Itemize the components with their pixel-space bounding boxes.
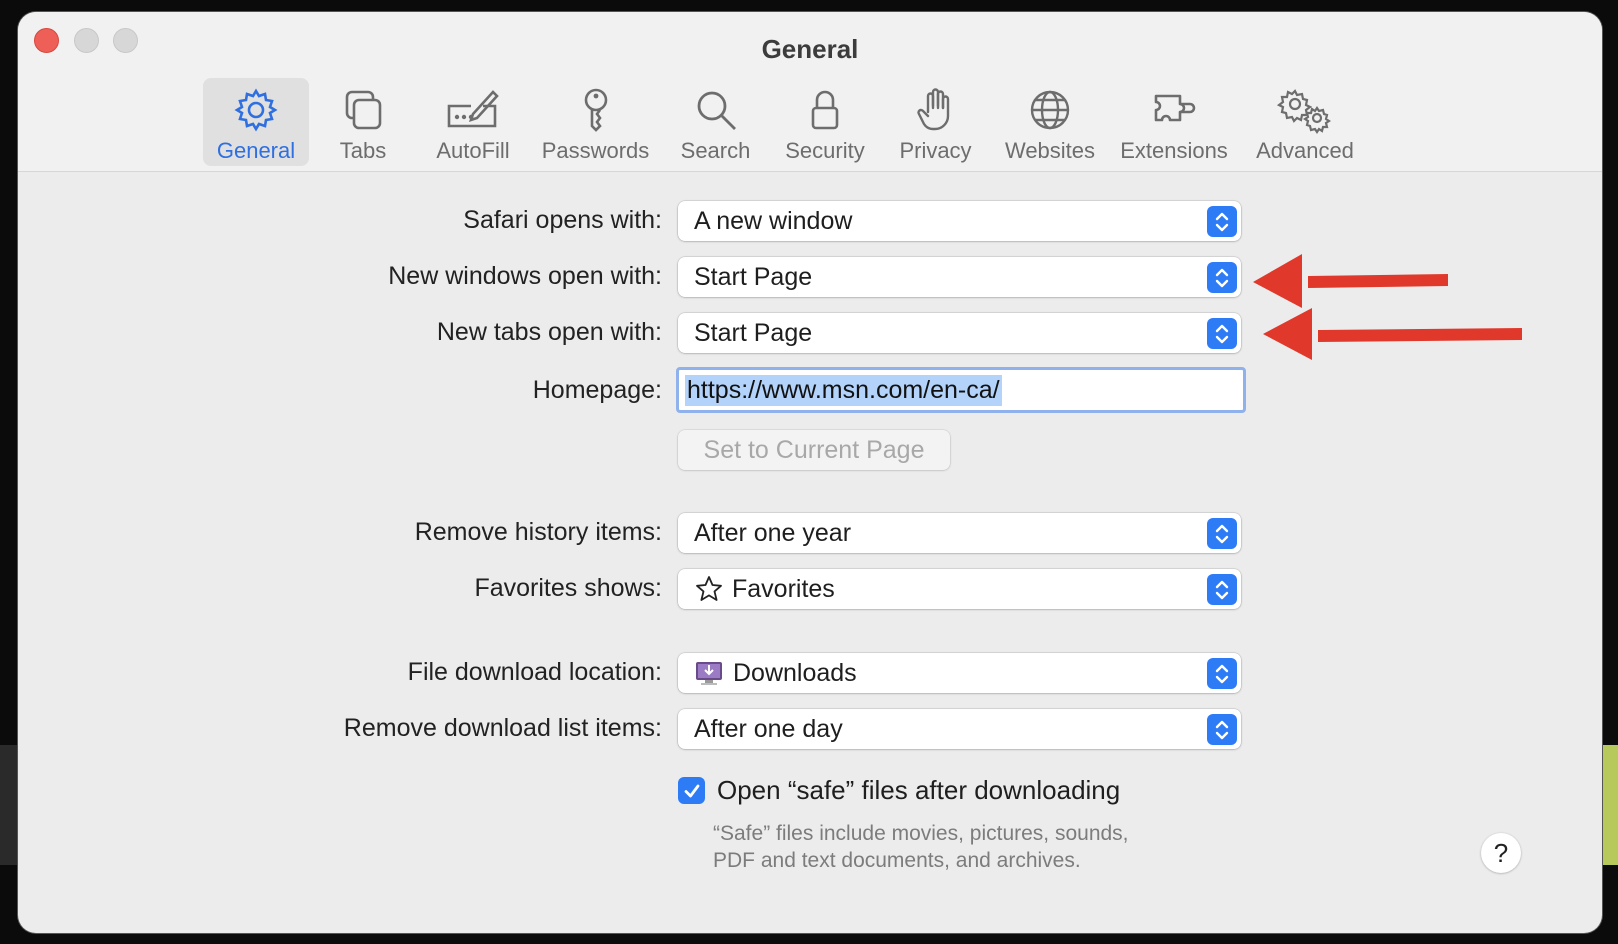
popup-value: After one year [694, 518, 852, 547]
chevron-updown-icon [1207, 206, 1237, 237]
popup-value: Start Page [694, 262, 813, 291]
popup-value: Favorites [732, 574, 835, 603]
homepage-value: https://www.msn.com/en-ca/ [685, 374, 1002, 406]
remove-download-popup[interactable]: After one day [678, 709, 1241, 749]
tab-autofill[interactable]: AutoFill [428, 78, 518, 166]
annotation-arrow [1263, 308, 1522, 360]
tabs-icon [345, 90, 382, 130]
lock-icon [811, 90, 839, 130]
preferences-window: General General Tabs AutoFill Passwords … [18, 12, 1602, 933]
tab-label: Privacy [899, 138, 972, 163]
chevron-updown-icon [1207, 658, 1237, 689]
tab-general[interactable]: General [203, 78, 309, 166]
hand-icon [916, 88, 949, 131]
gear-icon [234, 88, 278, 132]
tab-label: Search [680, 138, 751, 163]
tab-extensions[interactable]: Extensions [1115, 78, 1233, 166]
new-windows-label: New windows open with: [388, 262, 662, 290]
new-tabs-label: New tabs open with: [436, 318, 662, 346]
safari-opens-label: Safari opens with: [463, 206, 662, 234]
safari-opens-popup[interactable]: A new window [678, 201, 1241, 241]
pencil-field-icon [447, 90, 499, 128]
open-safe-files-checkbox[interactable] [678, 777, 705, 804]
tab-tabs[interactable]: Tabs [323, 78, 403, 166]
remove-history-label: Remove history items: [414, 518, 662, 546]
window-title: General [761, 34, 859, 64]
remove-history-popup[interactable]: After one year [678, 513, 1241, 553]
chevron-updown-icon [1207, 262, 1237, 293]
magnifier-icon [697, 91, 736, 130]
titlebar: General General Tabs AutoFill Passwords … [18, 12, 1602, 172]
help-button[interactable]: ? [1481, 833, 1521, 873]
preferences-toolbar: General Tabs AutoFill Passwords Search S… [18, 68, 1602, 166]
favorites-shows-popup[interactable]: Favorites [678, 569, 1241, 609]
chevron-updown-icon [1207, 714, 1237, 745]
key-icon [584, 88, 607, 132]
annotation-arrow [1253, 254, 1448, 308]
tab-label: Tabs [339, 138, 387, 163]
favorites-shows-label: Favorites shows: [474, 574, 662, 602]
homepage-label: Homepage: [532, 376, 662, 404]
globe-icon [1030, 90, 1070, 130]
tab-search[interactable]: Search [673, 78, 758, 166]
tab-label: General [216, 138, 296, 163]
tab-websites[interactable]: Websites [1000, 78, 1100, 166]
download-location-popup[interactable]: Downloads [678, 653, 1241, 693]
downloads-folder-icon [696, 662, 722, 685]
new-windows-popup[interactable]: Start Page [678, 257, 1241, 297]
homepage-input[interactable]: https://www.msn.com/en-ca/ [676, 367, 1246, 413]
remove-download-label: Remove download list items: [343, 714, 662, 742]
safe-files-description-line: “Safe” files include movies, pictures, s… [713, 822, 1129, 845]
tab-privacy[interactable]: Privacy [893, 78, 978, 166]
popup-value-group: Favorites [694, 574, 835, 604]
safe-files-description: “Safe” files include movies, pictures, s… [713, 820, 1129, 874]
puzzle-icon [1154, 94, 1196, 122]
safe-files-description-line: PDF and text documents, and archives. [713, 849, 1081, 872]
tab-label: Extensions [1120, 138, 1228, 163]
tab-passwords[interactable]: Passwords [538, 78, 653, 166]
popup-value: Start Page [694, 318, 813, 347]
popup-value-group: Downloads [694, 658, 857, 688]
tab-label: Advanced [1256, 138, 1354, 163]
tab-advanced[interactable]: Advanced [1251, 78, 1359, 166]
download-location-label: File download location: [407, 658, 662, 686]
chevron-updown-icon [1207, 574, 1237, 605]
checkmark-icon [684, 784, 699, 797]
chevron-updown-icon [1207, 518, 1237, 549]
popup-value: After one day [694, 714, 843, 743]
open-safe-files-label[interactable]: Open “safe” files after downloading [717, 775, 1120, 806]
set-to-current-page-button[interactable]: Set to Current Page [678, 430, 950, 470]
gears-icon [1276, 89, 1331, 134]
star-icon [696, 576, 722, 601]
tab-label: AutoFill [436, 138, 510, 163]
popup-value: A new window [694, 206, 853, 235]
tab-label: Passwords [541, 138, 650, 163]
tab-label: Websites [1004, 138, 1096, 163]
popup-value: Downloads [733, 658, 857, 687]
chevron-updown-icon [1207, 318, 1237, 349]
tab-label: Security [785, 138, 865, 163]
new-tabs-popup[interactable]: Start Page [678, 313, 1241, 353]
tab-security[interactable]: Security [780, 78, 870, 166]
background-page-fragment [0, 745, 18, 865]
